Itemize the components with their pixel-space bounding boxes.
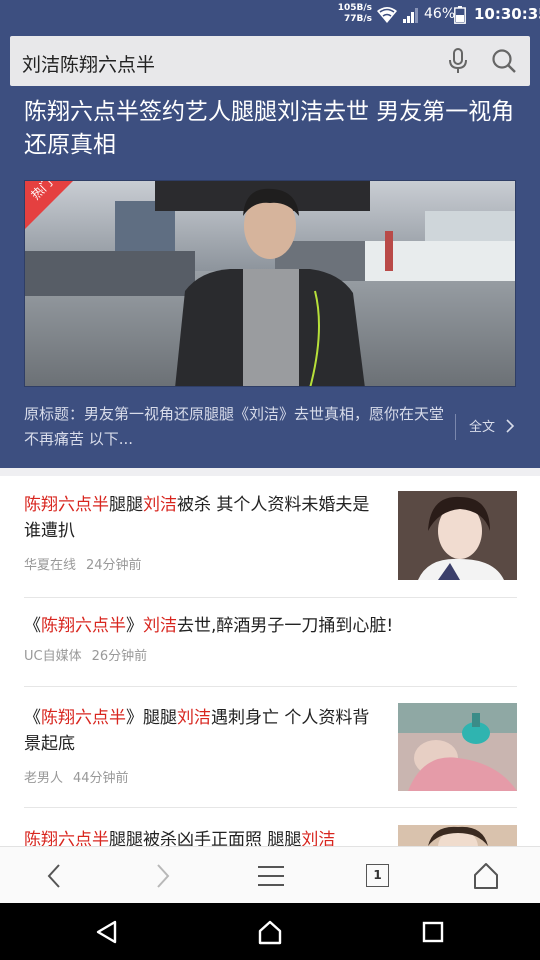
tabs-icon[interactable]: 1	[366, 864, 389, 887]
title-text: 《	[24, 708, 41, 728]
header: 刘洁陈翔六点半 陈翔六点半签约艺人腿腿刘洁去世 男友第一视角还原真相 热门 原标…	[0, 30, 540, 468]
news-thumbnail[interactable]	[398, 703, 517, 791]
news-source: 华夏在线	[24, 558, 77, 573]
network-speed: 105B/s 77B/s	[336, 3, 372, 25]
search-icon[interactable]	[491, 48, 517, 74]
summary-divider	[455, 414, 456, 440]
news-title[interactable]: 《陈翔六点半》腿腿刘洁遇刺身亡 个人资料背景起底	[24, 705, 379, 757]
news-thumbnail[interactable]	[398, 825, 517, 846]
news-source: UC自媒体	[24, 649, 82, 664]
home-icon[interactable]	[471, 861, 501, 891]
battery-icon	[454, 6, 466, 24]
hospital-photo	[398, 703, 517, 791]
title-highlight: 刘洁	[177, 708, 211, 728]
battery-percent: 46%	[424, 6, 456, 22]
top-story-headline[interactable]: 陈翔六点半签约艺人腿腿刘洁去世 男友第一视角还原真相	[24, 96, 516, 162]
news-title[interactable]: 陈翔六点半腿腿被杀凶手正面照 腿腿刘洁	[24, 827, 379, 846]
system-nav-bar	[0, 903, 540, 960]
wifi-icon	[377, 7, 397, 23]
title-text: 腿腿	[109, 495, 143, 515]
title-highlight: 刘洁	[143, 616, 177, 636]
status-bar: 105B/s 77B/s 46% 10:30:35	[0, 0, 540, 30]
mic-icon[interactable]	[447, 48, 469, 74]
news-item[interactable]: 《陈翔六点半》刘洁去世,醉酒男子一刀捅到心脏! UC自媒体 26分钟前	[24, 613, 517, 664]
portrait-photo	[398, 491, 517, 580]
news-title[interactable]: 陈翔六点半腿腿刘洁被杀 其个人资料未婚夫是谁遭扒	[24, 492, 379, 544]
signal-icon	[403, 8, 418, 23]
title-highlight: 陈翔六点半	[41, 616, 126, 636]
back-icon[interactable]	[40, 861, 70, 891]
title-text: 》	[126, 616, 143, 636]
chevron-right-icon[interactable]	[505, 419, 515, 433]
top-story-image[interactable]: 热门	[24, 180, 516, 387]
search-input[interactable]: 刘洁陈翔六点半	[22, 50, 155, 77]
top-story-summary[interactable]: 原标题：男友第一视角还原腿腿《刘洁》去世真相，愿你在天堂不再痛苦 以下...	[24, 402, 444, 452]
title-highlight: 陈翔六点半	[24, 830, 109, 846]
portrait-photo	[398, 825, 517, 846]
title-highlight: 陈翔六点半	[24, 495, 109, 515]
title-highlight: 陈翔六点半	[41, 708, 126, 728]
news-title[interactable]: 《陈翔六点半》刘洁去世,醉酒男子一刀捅到心脏!	[24, 613, 517, 639]
full-text-link[interactable]: 全文	[469, 416, 495, 435]
menu-icon[interactable]	[256, 861, 286, 891]
news-source: 老男人	[24, 771, 64, 786]
title-highlight: 刘洁	[301, 830, 336, 846]
net-up: 105B/s	[337, 3, 372, 13]
title-text: 腿腿被杀凶手正面照 腿腿	[109, 830, 302, 846]
forward-icon[interactable]	[147, 861, 177, 891]
news-divider	[24, 597, 517, 598]
clock: 10:30:35	[474, 5, 540, 23]
news-divider	[24, 686, 517, 687]
net-down: 77B/s	[343, 14, 372, 24]
airport-photo	[25, 181, 515, 386]
nav-back-icon[interactable]	[94, 919, 120, 945]
title-text: 《	[24, 616, 41, 636]
news-meta: UC自媒体 26分钟前	[24, 645, 517, 664]
nav-home-icon[interactable]	[257, 919, 283, 945]
nav-recents-icon[interactable]	[420, 919, 446, 945]
title-highlight: 刘洁	[143, 495, 177, 515]
search-box[interactable]: 刘洁陈翔六点半	[10, 36, 530, 86]
title-text: 》腿腿	[126, 708, 177, 728]
news-time: 44分钟前	[73, 771, 129, 786]
title-text: 去世,醉酒男子一刀捅到心脏!	[177, 616, 394, 636]
news-thumbnail[interactable]	[398, 491, 517, 580]
section-separator	[0, 468, 540, 476]
browser-toolbar: 1	[0, 846, 540, 903]
news-divider	[24, 807, 517, 808]
news-time: 26分钟前	[91, 649, 148, 664]
news-time: 24分钟前	[86, 558, 142, 573]
